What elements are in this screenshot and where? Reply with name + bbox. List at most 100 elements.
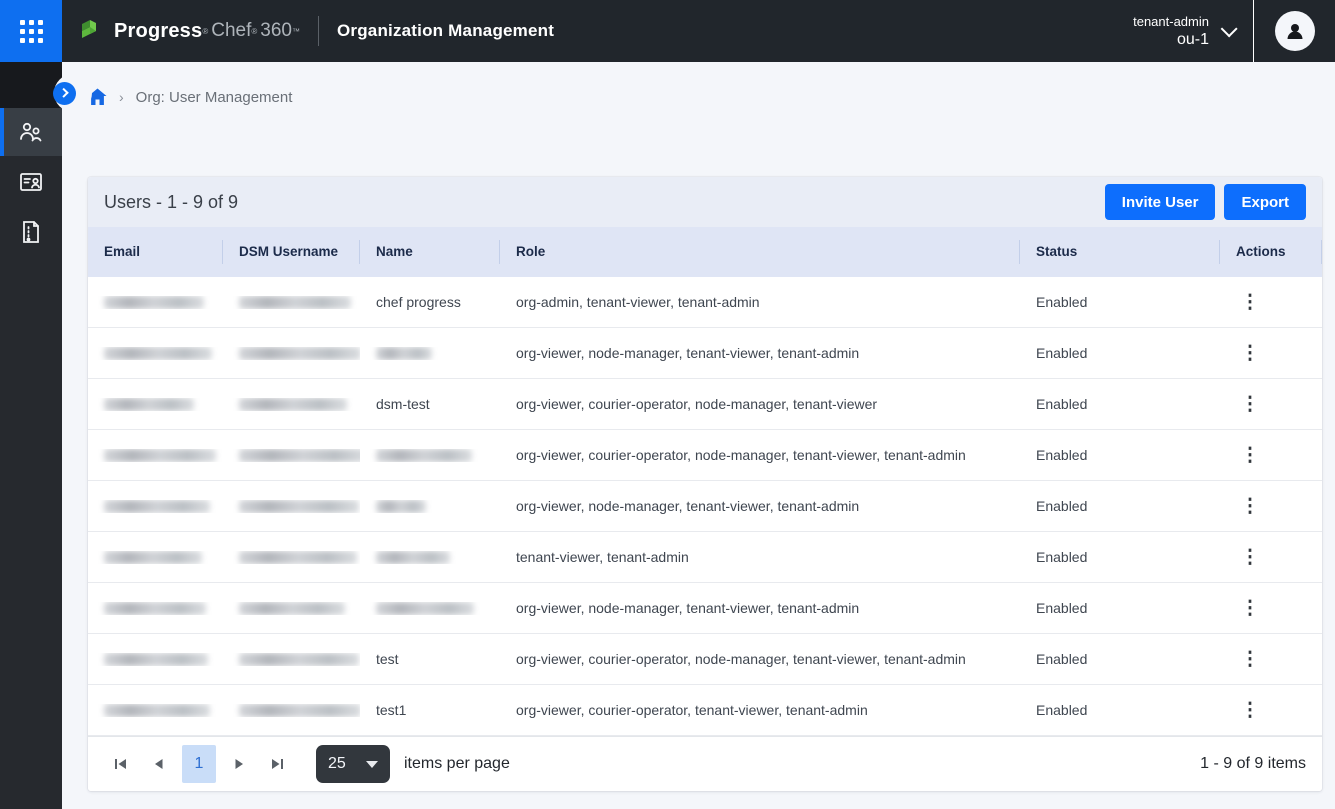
cell-role: tenant-viewer, tenant-admin (500, 549, 1020, 565)
cell-actions: ⋮ (1220, 492, 1322, 520)
brand-reg-mark: ® (202, 27, 208, 36)
cell-name: dsm-test (360, 396, 500, 412)
cell-email (88, 551, 223, 564)
column-header-actions: Actions (1220, 240, 1322, 264)
cell-status: Enabled (1020, 396, 1220, 412)
cell-dsm-username (223, 500, 360, 513)
row-actions-menu-button[interactable]: ⋮ (1236, 390, 1264, 418)
kebab-icon: ⋮ (1241, 293, 1260, 312)
caret-down-icon (366, 761, 378, 768)
org-unit-label: ou-1 (1177, 31, 1209, 49)
kebab-icon: ⋮ (1241, 446, 1260, 465)
kebab-icon: ⋮ (1241, 650, 1260, 669)
cell-email (88, 449, 223, 462)
cell-role: org-viewer, courier-operator, node-manag… (500, 651, 1020, 667)
row-actions-menu-button[interactable]: ⋮ (1236, 441, 1264, 469)
column-header-status: Status (1020, 240, 1220, 264)
redacted-text (104, 653, 208, 666)
cell-name (360, 602, 500, 615)
page-size-value: 25 (328, 755, 346, 773)
table-row: test org-viewer, courier-operator, node-… (88, 634, 1322, 685)
redacted-text (104, 347, 212, 360)
cell-role: org-viewer, node-manager, tenant-viewer,… (500, 345, 1020, 361)
cell-role: org-viewer, courier-operator, node-manag… (500, 447, 1020, 463)
cell-dsm-username (223, 449, 360, 462)
invite-user-button[interactable]: Invite User (1105, 184, 1216, 220)
table-header-row: Email DSM Username Name Role Status Acti… (88, 227, 1322, 277)
table-row: test1 org-viewer, courier-operator, tena… (88, 685, 1322, 736)
first-page-button[interactable] (104, 745, 138, 783)
row-actions-menu-button[interactable]: ⋮ (1236, 696, 1264, 724)
table-row: tenant-viewer, tenant-admin Enabled ⋮ (88, 532, 1322, 583)
breadcrumb-separator: › (119, 89, 124, 105)
app-launcher-button[interactable] (0, 0, 62, 62)
kebab-icon: ⋮ (1241, 497, 1260, 516)
cell-dsm-username (223, 347, 360, 360)
cell-actions: ⋮ (1220, 390, 1322, 418)
cell-role: org-admin, tenant-viewer, tenant-admin (500, 294, 1020, 310)
header-divider (318, 16, 319, 46)
redacted-text (239, 602, 345, 615)
cell-email (88, 602, 223, 615)
items-per-page-label: items per page (404, 755, 510, 773)
page-number-button[interactable]: 1 (182, 745, 216, 783)
page-title: Organization Management (337, 21, 554, 41)
zip-document-icon (19, 219, 43, 245)
table-row: chef progress org-admin, tenant-viewer, … (88, 277, 1322, 328)
brand-logo: Progress®Chef®360™ (80, 18, 300, 44)
cell-email (88, 347, 223, 360)
cell-status: Enabled (1020, 498, 1220, 514)
cell-name (360, 449, 500, 462)
cell-dsm-username (223, 602, 360, 615)
kebab-icon: ⋮ (1241, 344, 1260, 363)
export-button[interactable]: Export (1224, 184, 1306, 220)
cell-dsm-username (223, 551, 360, 564)
page-size-select[interactable]: 25 (316, 745, 390, 783)
redacted-text (376, 551, 450, 564)
main-content: › Org: User Management Users - 1 - 9 of … (62, 62, 1335, 809)
cell-actions: ⋮ (1220, 543, 1322, 571)
brand-360-text: 360 (260, 20, 292, 42)
cell-role: org-viewer, node-manager, tenant-viewer,… (500, 600, 1020, 616)
next-page-button[interactable] (222, 745, 256, 783)
cell-dsm-username (223, 653, 360, 666)
users-icon (18, 120, 44, 144)
last-page-button[interactable] (260, 745, 294, 783)
column-header-email: Email (88, 240, 223, 264)
cell-email (88, 500, 223, 513)
table-row: org-viewer, node-manager, tenant-viewer,… (88, 583, 1322, 634)
row-actions-menu-button[interactable]: ⋮ (1236, 543, 1264, 571)
redacted-text (104, 296, 204, 309)
cell-dsm-username (223, 296, 360, 309)
sidebar-item-users[interactable] (0, 108, 62, 156)
table-row: dsm-test org-viewer, courier-operator, n… (88, 379, 1322, 430)
row-actions-menu-button[interactable]: ⋮ (1236, 339, 1264, 367)
cell-status: Enabled (1020, 447, 1220, 463)
avatar[interactable] (1275, 11, 1315, 51)
row-actions-menu-button[interactable]: ⋮ (1236, 594, 1264, 622)
brand-tm-mark: ™ (292, 27, 300, 36)
row-actions-menu-button[interactable]: ⋮ (1236, 492, 1264, 520)
row-actions-menu-button[interactable]: ⋮ (1236, 288, 1264, 316)
redacted-text (239, 500, 359, 513)
cell-role: org-viewer, node-manager, tenant-viewer,… (500, 498, 1020, 514)
sidebar-item-zip-document[interactable] (0, 208, 62, 256)
cell-email (88, 704, 223, 717)
cell-status: Enabled (1020, 600, 1220, 616)
cell-role: org-viewer, courier-operator, tenant-vie… (500, 702, 1020, 718)
cell-role: org-viewer, courier-operator, node-manag… (500, 396, 1020, 412)
tenant-switcher[interactable]: tenant-admin ou-1 (1133, 14, 1233, 49)
redacted-text (239, 347, 360, 360)
sidebar-expand-button[interactable] (53, 82, 76, 105)
previous-page-button[interactable] (142, 745, 176, 783)
cell-actions: ⋮ (1220, 594, 1322, 622)
table-row: org-viewer, courier-operator, node-manag… (88, 430, 1322, 481)
users-count-title: Users - 1 - 9 of 9 (104, 192, 238, 213)
cell-status: Enabled (1020, 702, 1220, 718)
row-actions-menu-button[interactable]: ⋮ (1236, 645, 1264, 673)
sidebar-item-user-card[interactable] (0, 158, 62, 206)
table-row: org-viewer, node-manager, tenant-viewer,… (88, 328, 1322, 379)
items-range-label: 1 - 9 of 9 items (1200, 755, 1306, 773)
cell-email (88, 398, 223, 411)
cell-name: test (360, 651, 500, 667)
